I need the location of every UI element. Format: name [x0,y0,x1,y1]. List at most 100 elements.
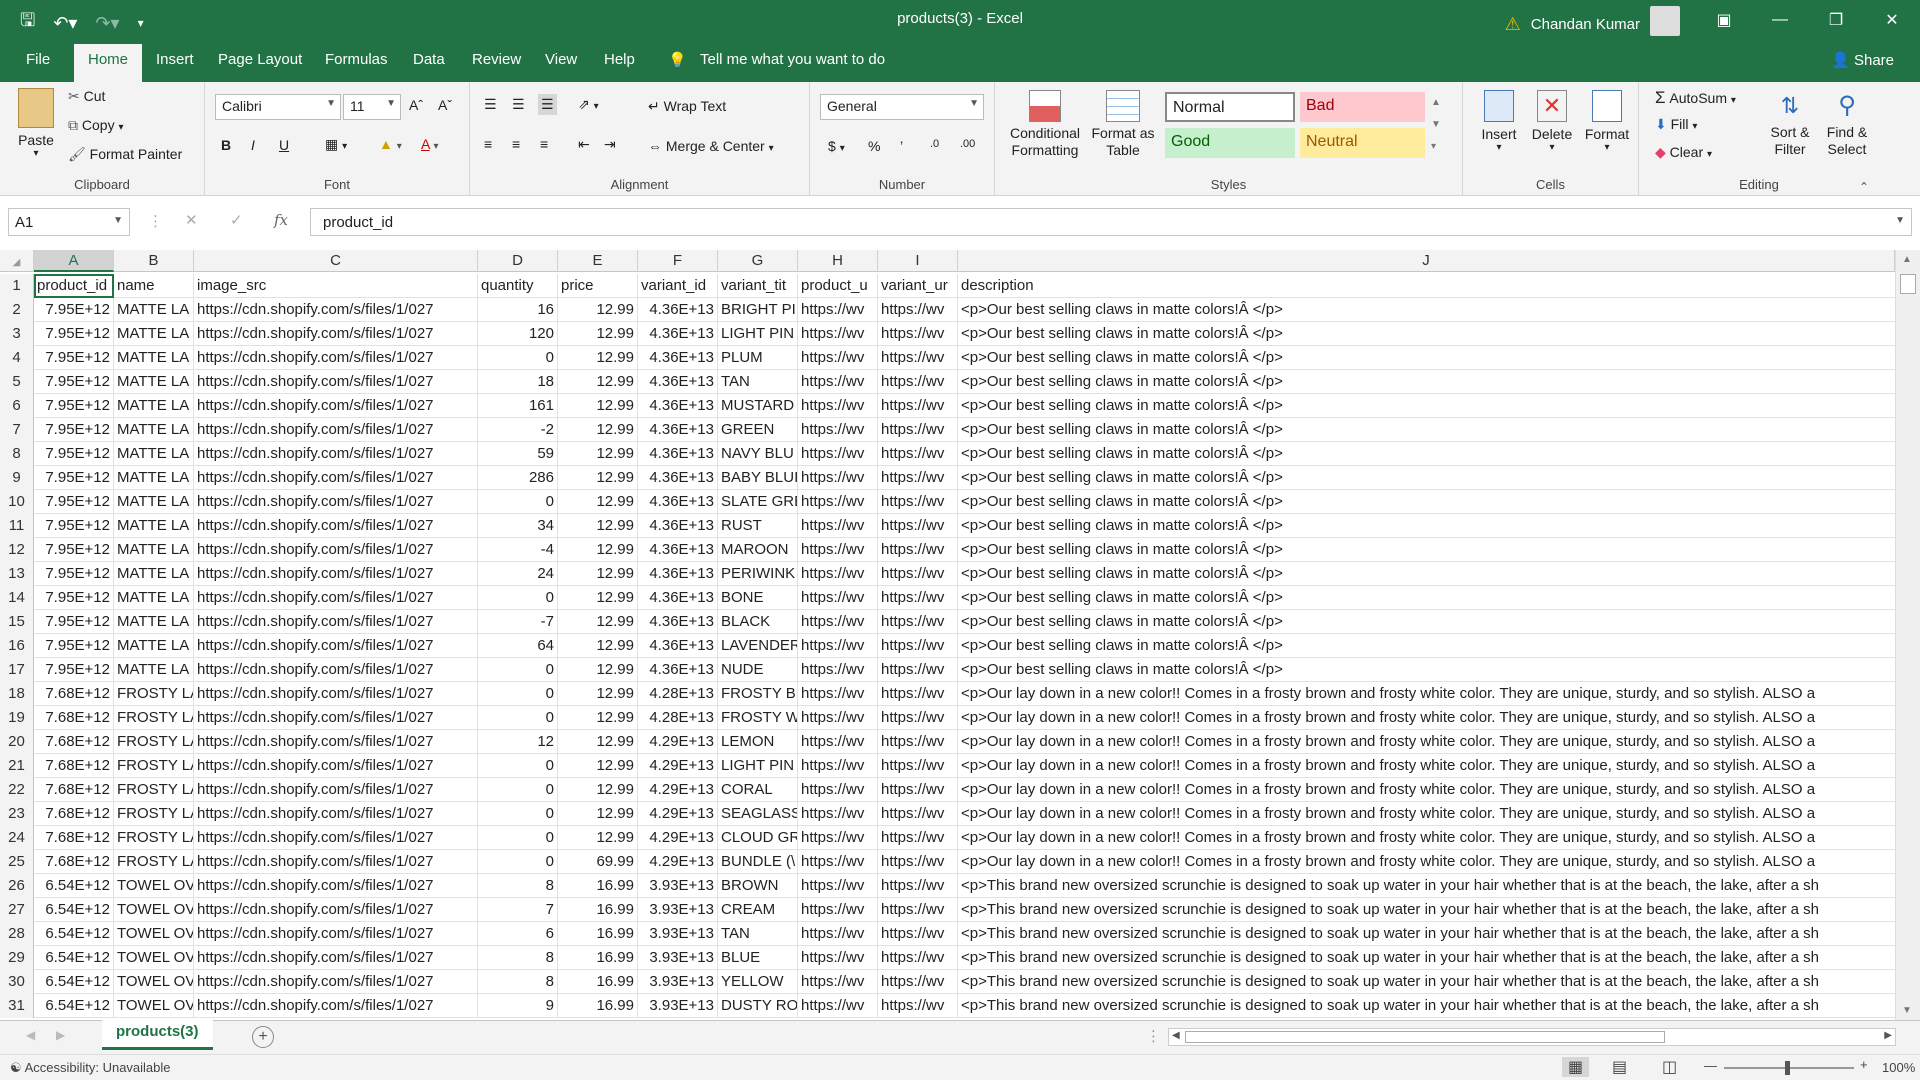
row-header[interactable]: 14 [0,586,34,610]
cell-h[interactable]: https://wv [798,682,878,706]
cell-h[interactable]: https://wv [798,970,878,994]
cell-b[interactable]: TOWEL OV [114,922,194,946]
format-as-table-button[interactable]: Format as Table [1091,90,1155,159]
cell-g[interactable]: CREAM [718,898,798,922]
tab-review[interactable]: Review [472,51,521,68]
column-header-j[interactable]: J [958,250,1895,272]
cell-j[interactable]: <p>This brand new oversized scrunchie is… [958,922,1895,946]
row-header[interactable]: 24 [0,826,34,850]
tab-data[interactable]: Data [413,51,445,68]
cell-e[interactable]: 12.99 [558,634,638,658]
cell-d[interactable]: 8 [478,970,558,994]
cell-c[interactable]: https://cdn.shopify.com/s/files/1/027 [194,394,478,418]
collapse-ribbon-icon[interactable]: ⌃ [1859,180,1869,194]
cell-e[interactable]: 12.99 [558,658,638,682]
cell-f[interactable]: 4.36E+13 [638,610,718,634]
fill-button[interactable]: ⬇ Fill ▾ [1655,116,1697,133]
cell-d[interactable]: 18 [478,370,558,394]
cell-h[interactable]: https://wv [798,754,878,778]
cell-c[interactable]: https://cdn.shopify.com/s/files/1/027 [194,322,478,346]
column-header-f[interactable]: F [638,250,718,272]
cell-h[interactable]: https://wv [798,322,878,346]
cell-e[interactable]: 16.99 [558,898,638,922]
cell-a[interactable]: 6.54E+12 [34,946,114,970]
cell-e[interactable]: 12.99 [558,586,638,610]
scroll-down-icon[interactable]: ▼ [1902,1005,1912,1016]
column-header-b[interactable]: B [114,250,194,272]
cell-b[interactable]: MATTE LA [114,322,194,346]
column-header-a[interactable]: A [34,250,114,272]
align-left-icon[interactable]: ≡ [484,136,492,152]
sheet-tab-products[interactable]: products(3) [102,1020,213,1050]
cell-j[interactable]: <p>This brand new oversized scrunchie is… [958,874,1895,898]
clear-button[interactable]: ◆ Clear ▾ [1655,144,1712,161]
cell-i[interactable]: https://wv [878,874,958,898]
row-header[interactable]: 8 [0,442,34,466]
cell-h[interactable]: https://wv [798,874,878,898]
cell-i[interactable]: https://wv [878,682,958,706]
tab-insert[interactable]: Insert [156,51,194,68]
cell-a[interactable]: 7.68E+12 [34,730,114,754]
cell-e[interactable]: 12.99 [558,418,638,442]
row-header[interactable]: 10 [0,490,34,514]
cell-g[interactable]: SEAGLASS [718,802,798,826]
cell-i[interactable]: https://wv [878,466,958,490]
cell-j[interactable]: <p>Our lay down in a new color!! Comes i… [958,706,1895,730]
cell-d[interactable]: 0 [478,682,558,706]
cell-i[interactable]: https://wv [878,514,958,538]
merge-center-button[interactable]: ⇔ Merge & Center ▾ [648,138,774,154]
cell-f[interactable]: 4.36E+13 [638,658,718,682]
cell-h[interactable]: https://wv [798,610,878,634]
cell-f[interactable]: 4.36E+13 [638,346,718,370]
cell-e[interactable]: 12.99 [558,442,638,466]
cell-c[interactable]: https://cdn.shopify.com/s/files/1/027 [194,658,478,682]
cell-i[interactable]: https://wv [878,898,958,922]
cell-i[interactable]: https://wv [878,322,958,346]
row-header[interactable]: 13 [0,562,34,586]
cell-a[interactable]: 6.54E+12 [34,898,114,922]
cell-f[interactable]: 4.28E+13 [638,682,718,706]
cell-c[interactable]: https://cdn.shopify.com/s/files/1/027 [194,490,478,514]
row-header[interactable]: 28 [0,922,34,946]
cell-b[interactable]: TOWEL OV [114,946,194,970]
cell-c[interactable]: https://cdn.shopify.com/s/files/1/027 [194,802,478,826]
cell-d[interactable]: 64 [478,634,558,658]
cell-b[interactable]: FROSTY LA [114,778,194,802]
cell-b[interactable]: TOWEL OV [114,898,194,922]
tab-page-layout[interactable]: Page Layout [218,51,302,68]
cell-f[interactable]: 4.36E+13 [638,418,718,442]
cell-h[interactable]: https://wv [798,826,878,850]
cell-e[interactable]: 12.99 [558,490,638,514]
cell-f[interactable]: 4.36E+13 [638,490,718,514]
cell-g[interactable]: MAROON [718,538,798,562]
cell-f[interactable]: 4.36E+13 [638,514,718,538]
cell-g[interactable]: SLATE GRE [718,490,798,514]
cell-h[interactable]: https://wv [798,418,878,442]
cell-g[interactable]: DUSTY RO [718,994,798,1018]
cell-g[interactable]: CORAL [718,778,798,802]
row-header[interactable]: 15 [0,610,34,634]
cell-d[interactable]: 0 [478,346,558,370]
cell-g[interactable]: NAVY BLU [718,442,798,466]
orientation-icon[interactable]: ⇗ ▾ [578,96,599,113]
cell-b[interactable]: FROSTY LA [114,802,194,826]
cell-b[interactable]: FROSTY LA [114,754,194,778]
cell-e[interactable]: 12.99 [558,682,638,706]
cell-f[interactable]: 4.36E+13 [638,394,718,418]
avatar[interactable] [1650,6,1680,36]
cell-b[interactable]: MATTE LA [114,538,194,562]
cell-h[interactable]: https://wv [798,346,878,370]
cell-g[interactable]: BONE [718,586,798,610]
style-bad[interactable]: Bad [1300,92,1425,122]
header-cell-a[interactable]: product_id [34,274,114,298]
format-painter-button[interactable]: 🖌 Format Painter [68,146,182,163]
cell-c[interactable]: https://cdn.shopify.com/s/files/1/027 [194,442,478,466]
cell-d[interactable]: 12 [478,730,558,754]
cell-b[interactable]: MATTE LA [114,490,194,514]
cell-j[interactable]: <p>Our best selling claws in matte color… [958,298,1895,322]
cell-h[interactable]: https://wv [798,586,878,610]
user-area[interactable]: ⚠ Chandan Kumar [1505,6,1680,39]
cell-h[interactable]: https://wv [798,658,878,682]
cell-f[interactable]: 4.36E+13 [638,298,718,322]
accessibility-status[interactable]: ☯ Accessibility: Unavailable [10,1060,171,1076]
